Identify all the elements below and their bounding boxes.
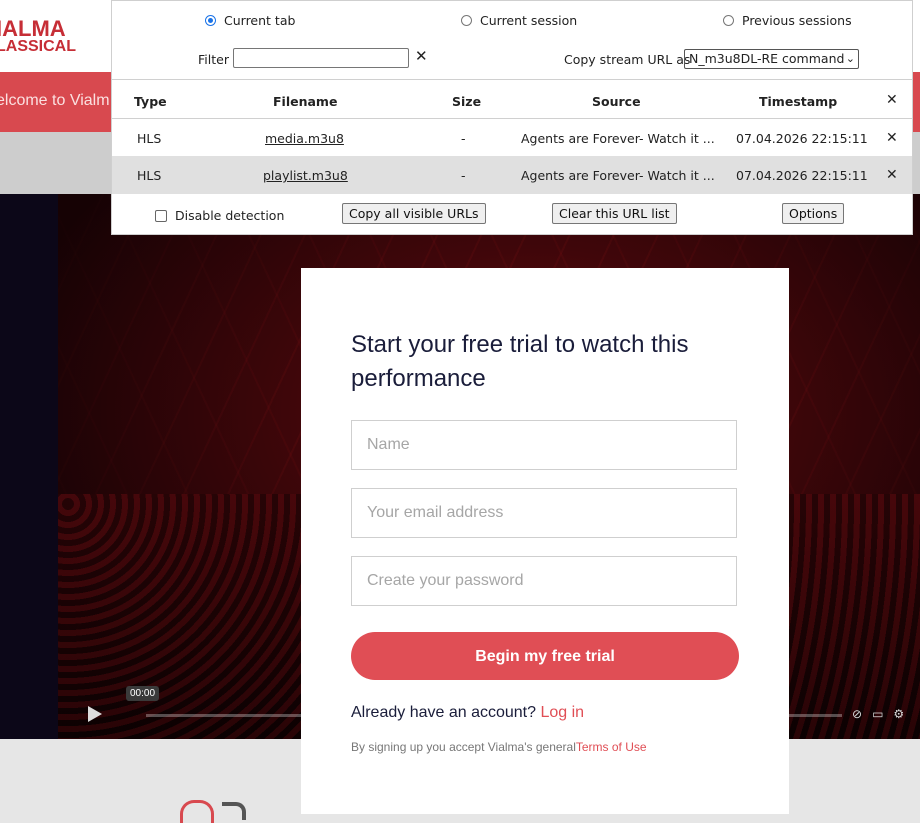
- no-audio-icon[interactable]: ⊘: [852, 707, 862, 721]
- signup-modal: Start your free trial to watch this perf…: [301, 268, 789, 814]
- captions-icon[interactable]: ▭: [872, 707, 883, 721]
- col-source: Source: [592, 94, 641, 109]
- filter-input[interactable]: [233, 48, 409, 68]
- signup-title: Start your free trial to watch this perf…: [351, 331, 689, 392]
- radio-current-tab[interactable]: Current tab: [205, 13, 295, 28]
- row-remove-icon[interactable]: ✕: [886, 130, 898, 146]
- filter-clear-icon[interactable]: ✕: [415, 47, 428, 65]
- row-size: -: [461, 131, 466, 146]
- terms-link[interactable]: Terms of Use: [576, 740, 647, 754]
- gear-icon[interactable]: ⚙: [893, 707, 904, 721]
- radio-label-current-tab: Current tab: [224, 13, 296, 28]
- disable-detection-label: Disable detection: [175, 208, 285, 223]
- terms-line: By signing up you accept Vialma's genera…: [351, 740, 647, 754]
- heart-icon[interactable]: [180, 800, 214, 823]
- login-link[interactable]: Log in: [540, 704, 584, 721]
- radio-previous-sessions[interactable]: Previous sessions: [723, 13, 852, 28]
- col-filename: Filename: [273, 94, 338, 109]
- row-size: -: [461, 168, 466, 183]
- row-filename-link[interactable]: media.m3u8: [265, 131, 344, 146]
- checkbox-box[interactable]: [155, 209, 167, 222]
- row-source: Agents are Forever- Watch it ...: [521, 168, 715, 183]
- copy-format-select[interactable]: N_m3u8DL-RE command ⌄: [684, 49, 859, 69]
- col-type: Type: [134, 94, 167, 109]
- time-tooltip: 00:00: [126, 686, 160, 701]
- email-field-wrapper: [351, 488, 737, 538]
- site-logo[interactable]: IALMA LASSICAL: [0, 16, 76, 56]
- col-timestamp: Timestamp: [759, 94, 838, 109]
- disable-detection-checkbox[interactable]: Disable detection: [155, 208, 284, 223]
- share-icon[interactable]: [222, 802, 246, 820]
- radio-label-previous-sessions: Previous sessions: [742, 13, 852, 28]
- radio-current-session[interactable]: Current session: [461, 13, 577, 28]
- name-field-wrapper: [351, 420, 737, 470]
- password-field-wrapper: [351, 556, 737, 606]
- row-timestamp: 07.04.2026 22:15:11: [736, 168, 868, 183]
- stream-detector-popup: Current tab Current session Previous ses…: [111, 0, 913, 235]
- email-field[interactable]: [352, 489, 736, 537]
- row-filename-link[interactable]: playlist.m3u8: [263, 168, 348, 183]
- password-field[interactable]: [352, 557, 736, 605]
- row-remove-icon[interactable]: ✕: [886, 167, 898, 183]
- copy-all-urls-button[interactable]: Copy all visible URLs: [342, 203, 486, 224]
- radio-dot-previous-sessions[interactable]: [723, 15, 734, 26]
- logo-line-2: LASSICAL: [0, 38, 76, 55]
- col-size: Size: [452, 94, 482, 109]
- table-header: Type Filename Size Source Timestamp ✕: [112, 81, 912, 119]
- logo-line-1: IALMA: [0, 16, 66, 41]
- login-line: Already have an account? Log in: [351, 704, 584, 722]
- welcome-text: elcome to Vialm: [0, 92, 110, 109]
- filter-label: Filter: [198, 52, 229, 67]
- radio-dot-current-tab[interactable]: [205, 15, 216, 26]
- video-side-panel: [0, 194, 58, 739]
- copy-format-value: N_m3u8DL-RE command: [689, 51, 845, 66]
- clear-all-close-icon[interactable]: ✕: [886, 92, 898, 108]
- row-timestamp: 07.04.2026 22:15:11: [736, 131, 868, 146]
- radio-label-current-session: Current session: [480, 13, 578, 28]
- table-row: HLS media.m3u8 - Agents are Forever- Wat…: [112, 119, 912, 157]
- row-source: Agents are Forever- Watch it ...: [521, 131, 715, 146]
- name-field[interactable]: [352, 421, 736, 469]
- clear-url-list-button[interactable]: Clear this URL list: [552, 203, 677, 224]
- radio-dot-current-session[interactable]: [461, 15, 472, 26]
- table-row: HLS playlist.m3u8 - Agents are Forever- …: [112, 156, 912, 194]
- terms-prefix: By signing up you accept Vialma's genera…: [351, 740, 576, 754]
- copy-as-label: Copy stream URL as: [564, 52, 691, 67]
- player-right-controls: ⊘ ▭ ⚙: [852, 707, 914, 721]
- row-type: HLS: [137, 168, 162, 183]
- row-type: HLS: [137, 131, 162, 146]
- divider: [112, 79, 912, 80]
- play-icon[interactable]: [88, 706, 102, 722]
- begin-free-trial-button[interactable]: Begin my free trial: [351, 632, 739, 680]
- chevron-down-icon: ⌄: [845, 52, 855, 65]
- options-button[interactable]: Options: [782, 203, 845, 224]
- login-prompt: Already have an account?: [351, 704, 537, 721]
